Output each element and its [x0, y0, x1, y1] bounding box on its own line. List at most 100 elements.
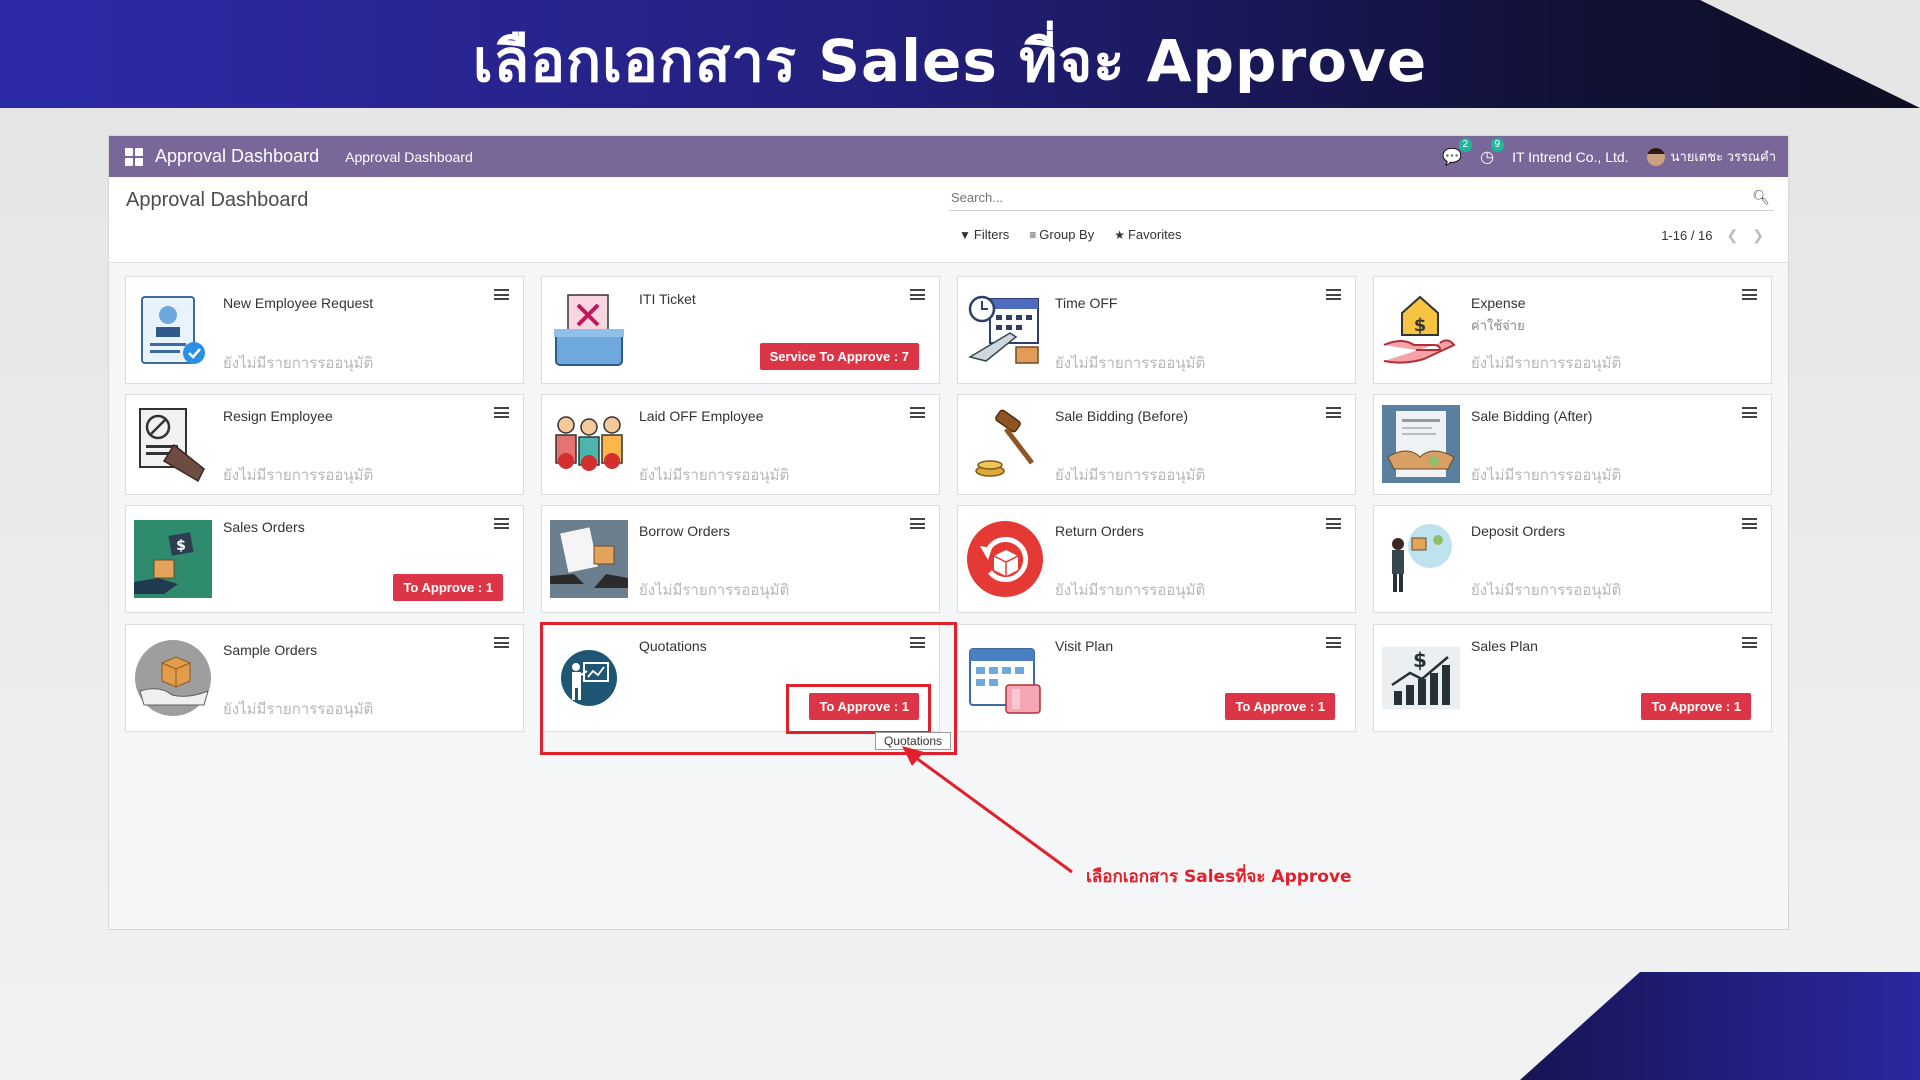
- menu-approval-dashboard[interactable]: Approval Dashboard: [345, 149, 473, 165]
- chart-growth-icon: $: [1382, 647, 1460, 709]
- card-empty-text: ยังไม่มีรายการรออนุมัติ: [1471, 355, 1622, 372]
- card-sales-orders[interactable]: $ Sales Orders To Approve : 1: [125, 505, 524, 613]
- time-off-icon: [968, 295, 1039, 364]
- card-menu-icon[interactable]: [910, 289, 925, 300]
- return-icon: [967, 521, 1043, 597]
- messages-badge: 2: [1458, 137, 1473, 152]
- card-menu-icon[interactable]: [494, 289, 509, 300]
- tooltip: Quotations: [875, 732, 952, 750]
- card-title[interactable]: Sale Bidding (After): [1471, 408, 1592, 424]
- gavel-icon: [975, 409, 1034, 477]
- card-menu-icon[interactable]: [1326, 637, 1341, 648]
- card-menu-icon[interactable]: [494, 637, 509, 648]
- brand[interactable]: Approval Dashboard: [155, 146, 319, 167]
- card-empty-text: ยังไม่มีรายการรออนุมัติ: [639, 467, 790, 484]
- expense-icon: $: [1383, 295, 1456, 364]
- annotation-text: เลือกเอกสาร Salesที่จะ Approve: [1086, 867, 1352, 887]
- banner-title: เลือกเอกสาร Sales ที่จะ Approve: [472, 27, 1428, 95]
- card-sales-plan[interactable]: $ Sales Plan To Approve : 1: [1373, 624, 1772, 732]
- card-title[interactable]: Expense: [1471, 295, 1525, 311]
- card-time-off[interactable]: Time OFF ยังไม่มีรายการรออนุมัติ: [957, 276, 1356, 384]
- filters-button[interactable]: ▼ Filters: [959, 227, 1009, 242]
- card-new-employee-request[interactable]: New Employee Request ยังไม่มีรายการรออนุ…: [125, 276, 524, 384]
- sample-icon: [135, 640, 211, 716]
- card-borrow-orders[interactable]: Borrow Orders ยังไม่มีรายการรออนุมัติ: [541, 505, 940, 613]
- card-empty-text: ยังไม่มีรายการรออนุมัติ: [223, 355, 374, 372]
- card-menu-icon[interactable]: [1326, 289, 1341, 300]
- card-title[interactable]: Sales Orders: [223, 519, 305, 535]
- card-title[interactable]: Sale Bidding (Before): [1055, 408, 1188, 424]
- card-menu-icon[interactable]: [910, 407, 925, 418]
- svg-text:$: $: [176, 538, 186, 554]
- button-highlight-box: [786, 684, 931, 734]
- card-expense[interactable]: $ Expense ค่าใช้จ่าย ยังไม่มีรายการรออนุ…: [1373, 276, 1772, 384]
- card-menu-icon[interactable]: [1742, 518, 1757, 529]
- laid-off-icon: [555, 416, 623, 471]
- card-title[interactable]: New Employee Request: [223, 295, 373, 311]
- to-approve-button[interactable]: To Approve : 1: [1641, 693, 1751, 720]
- card-title[interactable]: Sample Orders: [223, 642, 317, 658]
- pager-prev-icon[interactable]: ❮: [1727, 227, 1739, 244]
- user-name: นายเตชะ วรรณคำ: [1670, 149, 1776, 164]
- card-title[interactable]: Time OFF: [1055, 295, 1117, 311]
- card-empty-text: ยังไม่มีรายการรออนุมัติ: [223, 467, 374, 484]
- group-by-button[interactable]: ≡ Group By: [1029, 227, 1094, 242]
- card-laid-off-employee[interactable]: Laid OFF Employee ยังไม่มีรายการรออนุมัต…: [541, 394, 940, 495]
- contract-icon: [1382, 405, 1460, 483]
- user-menu[interactable]: นายเตชะ วรรณคำ: [1646, 146, 1776, 167]
- to-approve-button[interactable]: To Approve : 1: [1225, 693, 1335, 720]
- search-bar: 🔍︎: [949, 185, 1774, 211]
- activities-icon[interactable]: ◷ 9: [1480, 137, 1505, 167]
- card-empty-text: ยังไม่มีรายการรออนุมัติ: [1055, 355, 1206, 372]
- card-menu-icon[interactable]: [1742, 407, 1757, 418]
- card-title[interactable]: Deposit Orders: [1471, 523, 1565, 539]
- card-menu-icon[interactable]: [494, 518, 509, 529]
- card-resign-employee[interactable]: Resign Employee ยังไม่มีรายการรออนุมัติ: [125, 394, 524, 495]
- card-visit-plan[interactable]: Visit Plan To Approve : 1: [957, 624, 1356, 732]
- to-approve-button[interactable]: Service To Approve : 7: [759, 343, 919, 370]
- filter-icon: ▼: [959, 228, 971, 242]
- card-menu-icon[interactable]: [910, 518, 925, 529]
- card-menu-icon[interactable]: [1326, 407, 1341, 418]
- card-sale-bidding-before[interactable]: Sale Bidding (Before) ยังไม่มีรายการรออน…: [957, 394, 1356, 495]
- card-menu-icon[interactable]: [494, 407, 509, 418]
- apps-menu-icon[interactable]: [125, 147, 143, 166]
- sales-orders-icon: $: [134, 520, 212, 598]
- favorites-button[interactable]: ★ Favorites: [1114, 227, 1181, 242]
- company-switcher[interactable]: IT Intrend Co., Ltd.: [1512, 149, 1628, 165]
- borrow-icon: [550, 520, 628, 598]
- card-empty-text: ยังไม่มีรายการรออนุมัติ: [639, 582, 790, 599]
- card-menu-icon[interactable]: [1742, 637, 1757, 648]
- pager-value[interactable]: 1-16 / 16: [1661, 228, 1712, 243]
- card-menu-icon[interactable]: [1742, 289, 1757, 300]
- card-title[interactable]: Sales Plan: [1471, 638, 1538, 654]
- messages-icon[interactable]: 💬 2: [1442, 137, 1473, 167]
- card-deposit-orders[interactable]: Deposit Orders ยังไม่มีรายการรออนุมัติ: [1373, 505, 1772, 613]
- card-empty-text: ยังไม่มีรายการรออนุมัติ: [223, 701, 374, 718]
- card-title[interactable]: Visit Plan: [1055, 638, 1113, 654]
- search-input[interactable]: [949, 190, 1753, 205]
- control-panel: Approval Dashboard 🔍︎ ▼Filters ≡Group By…: [109, 177, 1788, 263]
- resign-icon: [139, 408, 205, 483]
- card-title[interactable]: Resign Employee: [223, 408, 333, 424]
- banner: เลือกเอกสาร Sales ที่จะ Approve: [0, 0, 1920, 108]
- card-sample-orders[interactable]: Sample Orders ยังไม่มีรายการรออนุมัติ: [125, 624, 524, 732]
- card-title[interactable]: Borrow Orders: [639, 523, 730, 539]
- ticket-icon: [554, 294, 624, 366]
- card-empty-text: ยังไม่มีรายการรออนุมัติ: [1055, 582, 1206, 599]
- card-return-orders[interactable]: Return Orders ยังไม่มีรายการรออนุมัติ: [957, 505, 1356, 613]
- deposit-icon: [1392, 524, 1452, 592]
- card-iti-ticket[interactable]: ITI Ticket Service To Approve : 7: [541, 276, 940, 384]
- pager-next-icon[interactable]: ❯: [1752, 227, 1764, 244]
- card-menu-icon[interactable]: [1326, 518, 1341, 529]
- card-empty-text: ยังไม่มีรายการรออนุมัติ: [1471, 582, 1622, 599]
- card-sale-bidding-after[interactable]: Sale Bidding (After) ยังไม่มีรายการรออนุ…: [1373, 394, 1772, 495]
- to-approve-button[interactable]: To Approve : 1: [393, 574, 503, 601]
- search-icon[interactable]: 🔍︎: [1752, 190, 1774, 206]
- page-title: Approval Dashboard: [126, 189, 309, 211]
- card-empty-text: ยังไม่มีรายการรออนุมัติ: [1055, 467, 1206, 484]
- card-title[interactable]: ITI Ticket: [639, 291, 696, 307]
- card-title[interactable]: Return Orders: [1055, 523, 1144, 539]
- card-title[interactable]: Laid OFF Employee: [639, 408, 764, 424]
- corner-decoration: [1520, 972, 1920, 1080]
